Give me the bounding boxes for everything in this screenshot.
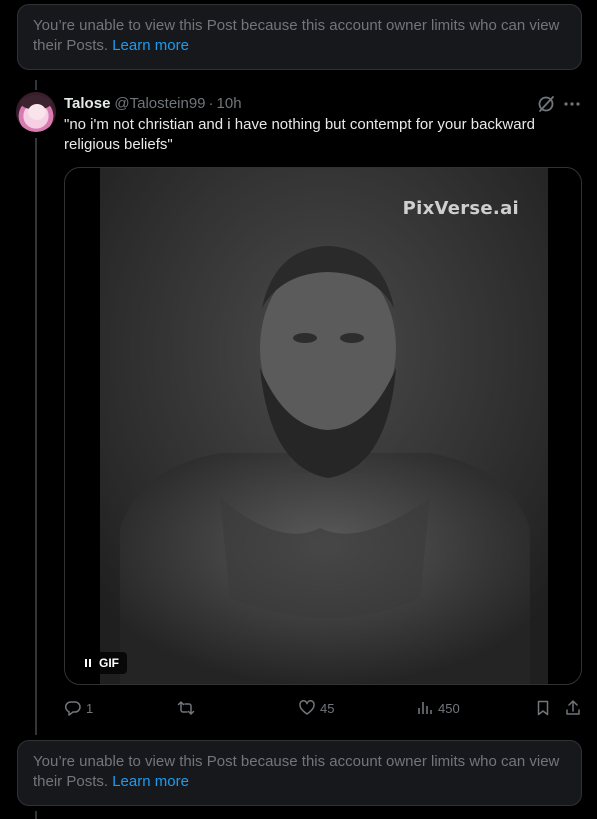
tweet-actions: 1 45 450 — [64, 697, 582, 719]
avatar-face — [28, 104, 46, 120]
author-handle[interactable]: @Talostein99 — [114, 95, 205, 112]
repost-button[interactable] — [177, 697, 199, 719]
gif-frame-image — [100, 168, 548, 684]
timestamp[interactable]: 10h — [217, 95, 242, 112]
reply-icon — [64, 701, 81, 716]
tweet-text: "no i'm not christian and i have nothing… — [64, 116, 535, 153]
avatar[interactable] — [16, 92, 56, 132]
thread-line — [35, 138, 37, 735]
pause-icon[interactable] — [85, 658, 91, 668]
restricted-post-notice-bottom: You’re unable to view this Post because … — [17, 740, 582, 806]
gif-label: GIF — [99, 656, 119, 670]
pixverse-watermark: PixVerse.ai — [402, 198, 519, 219]
repost-icon — [177, 701, 195, 715]
thread-line — [35, 80, 37, 90]
share-icon — [566, 700, 580, 715]
views-count: 450 — [438, 700, 460, 716]
gif-badge[interactable]: GIF — [77, 652, 127, 674]
like-button[interactable]: 45 — [298, 697, 334, 719]
separator: · — [208, 94, 214, 112]
share-button[interactable] — [564, 697, 582, 719]
restricted-post-notice-top: You’re unable to view this Post because … — [17, 4, 582, 70]
thread-line — [35, 811, 37, 819]
bookmark-button[interactable] — [534, 697, 552, 719]
more-icon[interactable] — [562, 94, 582, 114]
bookmark-icon — [537, 700, 549, 716]
author-name[interactable]: Talose — [64, 95, 110, 112]
views-button[interactable]: 450 — [416, 697, 460, 719]
views-icon — [418, 702, 432, 714]
tweet-header: Talose @Talostein99 · 10h — [64, 94, 242, 112]
gif-media[interactable]: PixVerse.ai GIF — [64, 167, 582, 685]
learn-more-link[interactable]: Learn more — [112, 37, 189, 54]
reply-count: 1 — [86, 700, 94, 716]
like-count: 45 — [320, 700, 335, 716]
heart-icon — [299, 700, 315, 715]
learn-more-link[interactable]: Learn more — [112, 773, 189, 790]
reply-button[interactable]: 1 — [64, 697, 93, 719]
grok-icon[interactable] — [536, 94, 556, 114]
